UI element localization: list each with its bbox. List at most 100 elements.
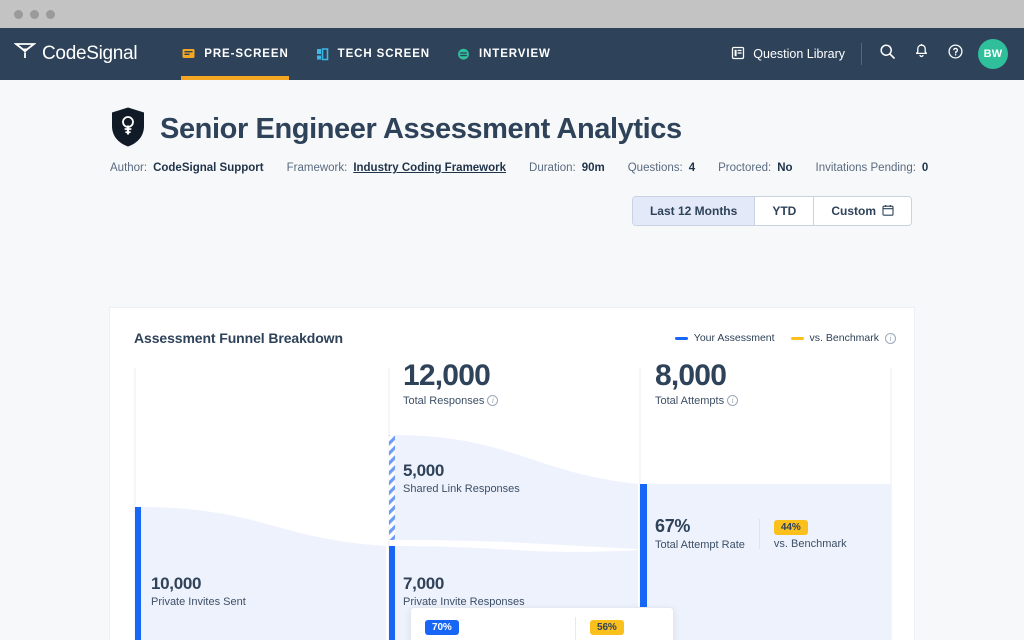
tech-screen-icon — [315, 47, 330, 62]
total-attempt-benchmark-label: vs. Benchmark — [773, 538, 847, 551]
stat-private-invites-sent-label: Private Invites Sent — [151, 595, 246, 608]
window-titlebar — [0, 0, 1024, 28]
window-close-dot[interactable] — [14, 9, 23, 19]
help-circle-icon — [947, 43, 964, 65]
tooltip-col-assessment: 70% Private Invite Response Rate — [411, 617, 575, 640]
funnel-chart: 12,000 Total Responses i 8,000 Total Att… — [110, 360, 914, 640]
stat-total-attempts-label: Total Attempts i — [655, 394, 739, 407]
total-attempt-benchmark-block: 44% vs. Benchmark — [773, 517, 847, 551]
date-range-last-12-months-label: Last 12 Months — [649, 204, 738, 218]
notifications-button[interactable] — [904, 37, 938, 71]
total-attempts-info-icon[interactable]: i — [727, 395, 739, 407]
brand-name: CodeSignal — [42, 43, 138, 64]
legend-swatch-benchmark — [790, 336, 804, 340]
total-responses-info-icon[interactable]: i — [487, 395, 499, 407]
meta-value-questions: 4 — [688, 162, 696, 174]
assessment-meta: Author: CodeSignal Support Framework: In… — [0, 162, 1024, 174]
tab-pre-screen[interactable]: PRE-SCREEN — [181, 28, 290, 80]
date-range-ytd-label: YTD — [772, 204, 797, 218]
navbar-right: Question Library BW — [731, 37, 1008, 71]
meta-label-duration: Duration: — [529, 162, 576, 174]
stat-private-invite-responses-value: 7,000 — [403, 574, 445, 593]
page-body: Senior Engineer Assessment Analytics Aut… — [0, 80, 1024, 640]
question-library-label: Question Library — [753, 47, 845, 61]
total-attempt-benchmark-badge: 44% — [773, 520, 808, 536]
prescreen-icon — [181, 47, 196, 62]
date-range-custom[interactable]: Custom — [814, 197, 911, 225]
interview-icon — [456, 47, 471, 62]
total-attempt-rate-block: 67% Total Attempt Rate — [655, 517, 745, 551]
navbar-divider — [861, 43, 862, 65]
legend-item-your-assessment: Your Assessment — [674, 332, 775, 344]
bar-private-invite-responses — [389, 546, 395, 640]
bar-shared-link-responses — [389, 435, 395, 540]
meta-label-proctored: Proctored: — [718, 162, 772, 174]
shield-medal-icon — [110, 106, 146, 153]
meta-value-framework[interactable]: Industry Coding Framework — [353, 162, 506, 174]
search-icon — [879, 43, 896, 65]
assessment-funnel-card: Assessment Funnel Breakdown Your Assessm… — [110, 308, 914, 640]
date-range-ytd[interactable]: YTD — [755, 197, 815, 225]
tab-tech-screen[interactable]: TECH SCREEN — [315, 28, 430, 80]
meta-label-framework: Framework: — [286, 162, 348, 174]
date-range-segmented-control: Last 12 Months YTD Custom — [631, 196, 912, 226]
card-title: Assessment Funnel Breakdown — [134, 330, 343, 346]
meta-label-author: Author: — [110, 162, 148, 174]
question-library-button[interactable]: Question Library — [731, 46, 861, 63]
calendar-icon — [882, 204, 894, 219]
codesignal-logo-icon — [13, 41, 37, 67]
legend-label-benchmark: vs. Benchmark — [809, 332, 879, 344]
private-invite-benchmark-badge: 56% — [590, 620, 624, 635]
help-button[interactable] — [938, 37, 972, 71]
book-icon — [731, 46, 745, 63]
stat-shared-link-responses-label: Shared Link Responses — [403, 482, 520, 495]
tab-interview[interactable]: INTERVIEW — [456, 28, 551, 80]
search-button[interactable] — [870, 37, 904, 71]
private-invite-response-rate-badge: 70% — [425, 620, 459, 635]
meta-value-duration: 90m — [581, 162, 605, 174]
brand-logo[interactable]: CodeSignal — [13, 41, 138, 67]
stat-total-attempts: 8,000 Total Attempts i — [655, 359, 739, 407]
stat-total-responses-value: 12,000 — [403, 359, 491, 392]
meta-value-proctored: No — [777, 162, 793, 174]
tab-tech-screen-label: TECH SCREEN — [337, 48, 430, 60]
window-maximize-dot[interactable] — [46, 9, 55, 19]
date-range-control-wrap: Last 12 Months YTD Custom — [0, 196, 1024, 226]
page-title: Senior Engineer Assessment Analytics — [160, 113, 682, 145]
tab-pre-screen-label: PRE-SCREEN — [204, 48, 289, 60]
legend-swatch-your-assessment — [674, 336, 688, 340]
stat-total-responses-label-text: Total Responses — [403, 394, 485, 407]
stat-total-attempt-rate: 67% Total Attempt Rate 44% vs. Benchmark — [655, 517, 847, 551]
window-minimize-dot[interactable] — [30, 9, 39, 19]
primary-nav: PRE-SCREEN TECH SCREEN INTERVIEW — [181, 28, 551, 80]
private-invite-response-rate-tooltip: 70% Private Invite Response Rate 56% vs.… — [410, 607, 675, 640]
stat-total-responses: 12,000 Total Responses i — [403, 359, 499, 407]
stat-total-attempts-label-text: Total Attempts — [655, 394, 725, 407]
stat-total-attempts-value: 8,000 — [655, 359, 727, 392]
avatar-initials: BW — [983, 48, 1003, 60]
card-header: Assessment Funnel Breakdown Your Assessm… — [110, 308, 914, 346]
tab-interview-label: INTERVIEW — [478, 48, 551, 60]
meta-label-invitations-pending: Invitations Pending: — [815, 162, 916, 174]
page-header: Senior Engineer Assessment Analytics — [0, 80, 1024, 153]
stat-shared-link-responses-value: 5,000 — [403, 461, 445, 480]
legend-label-your-assessment: Your Assessment — [693, 332, 775, 344]
inline-stat-divider — [758, 518, 760, 549]
date-range-custom-label: Custom — [831, 204, 876, 218]
legend-info-icon[interactable]: i — [885, 332, 896, 344]
stat-private-invites-sent: 10,000 Private Invites Sent — [151, 575, 246, 608]
total-attempt-rate-label: Total Attempt Rate — [655, 538, 745, 551]
top-navbar: CodeSignal PRE-SCREEN TECH SCREEN INTERV… — [0, 28, 1024, 80]
bell-icon — [913, 43, 930, 65]
stat-private-invites-sent-value: 10,000 — [151, 574, 202, 593]
legend-item-benchmark: vs. Benchmark i — [790, 332, 896, 344]
meta-value-invitations-pending: 0 — [921, 162, 929, 174]
total-attempt-rate-value: 67% — [655, 516, 691, 536]
tooltip-col-benchmark: 56% vs. Benchmark — [575, 617, 673, 640]
stat-private-invite-responses: 7,000 Private Invite Responses — [403, 575, 525, 608]
avatar[interactable]: BW — [978, 39, 1008, 69]
stat-total-responses-label: Total Responses i — [403, 394, 499, 407]
chart-legend: Your Assessment vs. Benchmark i — [674, 332, 896, 344]
stat-shared-link-responses: 5,000 Shared Link Responses — [403, 462, 520, 495]
date-range-last-12-months[interactable]: Last 12 Months — [632, 197, 756, 225]
